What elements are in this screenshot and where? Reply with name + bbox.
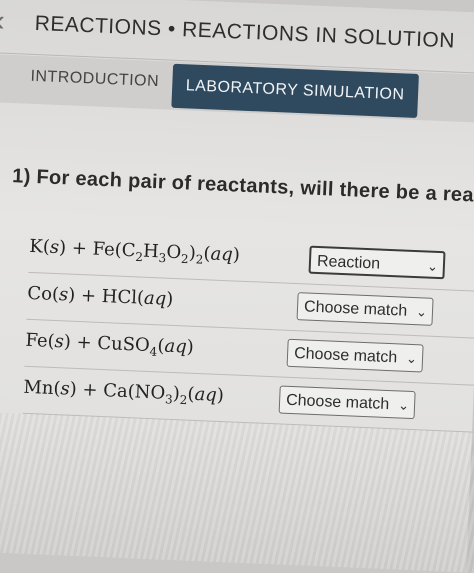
screen: ‹ REACTIONS • REACTIONS IN SOLUTION INTR… [0,0,474,573]
chevron-down-icon: ⌄ [415,304,428,320]
reactant-pair: Mn(s) + Ca(NO3)2(aq) [23,376,225,408]
select-value: Choose match [285,391,390,414]
chevron-down-icon: ⌄ [397,397,410,413]
select-value: Choose match [303,298,408,320]
reaction-select[interactable]: Choose match ⌄ [278,385,416,420]
reactant-pair: K(s) + Fe(C2H3O2)2(aq) [28,235,241,267]
screen-moire [0,411,474,573]
select-value: Reaction [316,252,381,273]
page-title: REACTIONS • REACTIONS IN SOLUTION [34,11,456,53]
reaction-select[interactable]: Choose match ⌄ [296,292,434,326]
reaction-select[interactable]: Choose match ⌄ [286,338,424,373]
tab-introduction[interactable]: INTRODUCTION [30,68,159,91]
reaction-select[interactable]: Reaction ⌄ [308,245,446,280]
reactant-pair: Co(s) + HCl(aq) [26,282,174,310]
question-text: 1) For each pair of reactants, will ther… [11,165,474,207]
chevron-left-icon[interactable]: ‹ [0,4,21,37]
chevron-down-icon: ⌄ [405,350,418,367]
reactant-pair: Fe(s) + CuSO4(aq) [25,329,195,359]
tab-laboratory-simulation[interactable]: LABORATORY SIMULATION [171,63,419,118]
chevron-down-icon: ⌄ [426,258,439,274]
select-value: Choose match [293,345,398,367]
